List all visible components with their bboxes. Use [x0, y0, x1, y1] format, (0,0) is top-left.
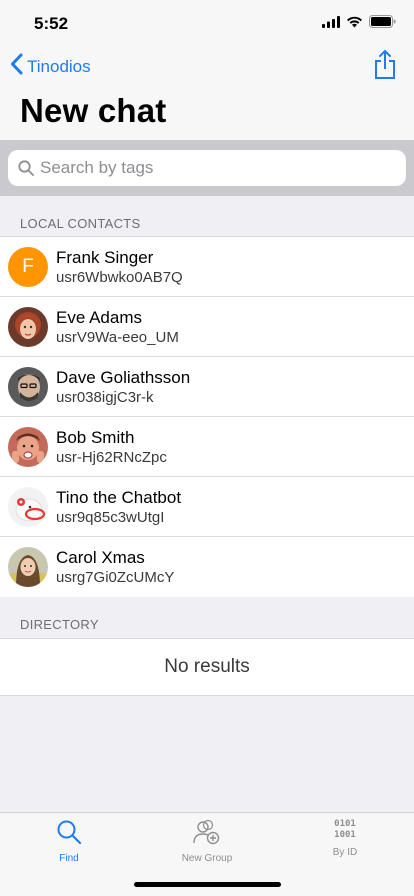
tab-label: Find — [59, 853, 79, 864]
search-icon — [18, 160, 34, 176]
binary-icon: 0101 1001 — [334, 819, 356, 841]
avatar-eve — [8, 307, 48, 347]
section-header-directory: DIRECTORY — [0, 597, 414, 637]
tab-new-group[interactable]: New Group — [138, 819, 276, 864]
status-icons — [322, 15, 396, 33]
contact-name: Dave Goliathsson — [56, 367, 191, 387]
contact-row-tino[interactable]: Tino the Chatbot usr9q85c3wUtgI — [0, 477, 414, 537]
contact-name: Bob Smith — [56, 427, 135, 447]
contact-name: Eve Adams — [56, 307, 142, 327]
binary-icon-line-2: 1001 — [334, 830, 356, 840]
section-header-local-contacts: LOCAL CONTACTS — [0, 196, 414, 236]
letter-avatar: F — [8, 247, 48, 287]
share-button[interactable] — [374, 50, 396, 85]
contact-name: Frank Singer — [56, 247, 154, 267]
contact-id: usr-Hj62RNcZpc — [56, 448, 167, 466]
contact-id: usr038igjC3r-k — [56, 388, 154, 406]
tab-label: By ID — [332, 847, 358, 858]
battery-icon — [369, 15, 396, 33]
back-label: Tinodios — [27, 56, 91, 76]
signal-icon — [322, 15, 340, 33]
nav-row: Tinodios — [0, 44, 414, 88]
contact-id: usr9q85c3wUtgI — [56, 508, 165, 526]
page-title: New chat — [20, 92, 167, 129]
directory-empty-state: No results — [0, 638, 414, 696]
search-bar[interactable] — [8, 150, 406, 186]
group-add-icon — [193, 819, 221, 850]
tab-label: New Group — [181, 853, 233, 864]
navigation-bar: 5:52 Tinodios New chat — [0, 0, 414, 140]
contact-row-bob[interactable]: Bob Smith usr-Hj62RNcZpc — [0, 417, 414, 477]
avatar-bob — [8, 427, 48, 467]
avatar-dave — [8, 367, 48, 407]
contact-row-frank[interactable]: F Frank Singer usr6Wbwko0AB7Q — [0, 237, 414, 297]
status-bar: 5:52 — [0, 0, 414, 44]
back-button[interactable]: Tinodios — [10, 53, 91, 80]
binary-icon-line-1: 0101 — [334, 819, 356, 829]
avatar-tino — [8, 487, 48, 527]
search-input[interactable] — [40, 158, 380, 178]
search-bar-container — [0, 140, 414, 196]
avatar-carol — [8, 547, 48, 587]
tab-find[interactable]: Find — [0, 819, 138, 864]
chevron-left-icon — [10, 53, 23, 80]
contact-row-dave[interactable]: Dave Goliathsson usr038igjC3r-k — [0, 357, 414, 417]
status-time: 5:52 — [34, 14, 69, 33]
contact-id: usr6Wbwko0AB7Q — [56, 268, 183, 286]
tab-by-id[interactable]: 0101 1001 By ID — [276, 819, 414, 858]
contacts-list: F Frank Singer usr6Wbwko0AB7Q Eve Adams … — [0, 236, 414, 598]
contact-id: usrV9Wa-eeo_UM — [56, 328, 179, 346]
home-indicator — [134, 882, 281, 887]
wifi-icon — [346, 15, 363, 33]
contact-name: Carol Xmas — [56, 547, 145, 567]
contact-id: usrg7Gi0ZcUMcY — [56, 568, 175, 586]
search-icon — [56, 819, 82, 850]
contact-row-eve[interactable]: Eve Adams usrV9Wa-eeo_UM — [0, 297, 414, 357]
contact-name: Tino the Chatbot — [56, 487, 182, 507]
share-icon — [374, 50, 396, 84]
contact-row-carol[interactable]: Carol Xmas usrg7Gi0ZcUMcY — [0, 537, 414, 597]
no-results-text: No results — [164, 656, 250, 677]
